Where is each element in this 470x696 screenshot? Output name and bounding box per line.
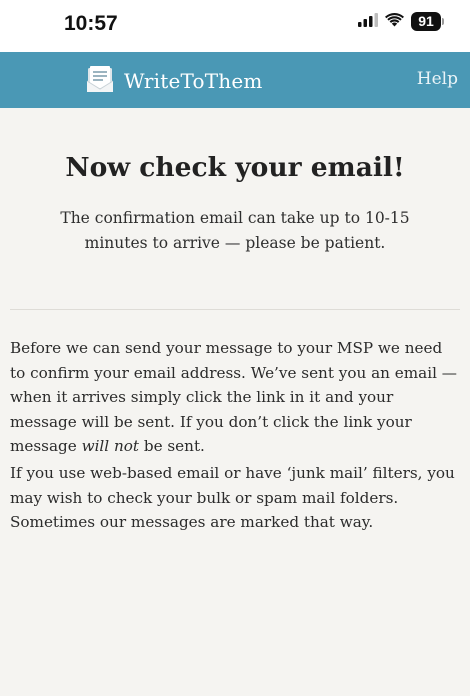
help-link[interactable]: Help xyxy=(417,69,458,89)
document-icon xyxy=(86,64,114,98)
brand-name: WriteToThem xyxy=(124,69,263,93)
battery-level: 91 xyxy=(411,12,441,31)
divider xyxy=(10,309,460,310)
site-header: WriteToThem Help xyxy=(0,52,470,108)
battery-tip xyxy=(442,18,444,25)
brand-home-link[interactable]: WriteToThem xyxy=(86,64,263,98)
confirmation-instructions: Before we can send your message to your … xyxy=(10,336,462,459)
instructions-text-end: be sent. xyxy=(139,437,205,455)
status-icons: 91 xyxy=(358,12,444,31)
instructions-text: Before we can send your message to your … xyxy=(10,339,457,455)
battery-icon: 91 xyxy=(411,12,444,31)
spam-folder-note: If you use web-based email or have ‘junk… xyxy=(10,464,455,531)
wifi-icon xyxy=(385,12,404,31)
status-time: 10:57 xyxy=(64,12,118,35)
page-title: Now check your email! xyxy=(65,152,405,183)
cellular-signal-icon xyxy=(358,12,378,31)
status-bar: 10:57 91 xyxy=(0,0,470,52)
instructions-emphasis: will not xyxy=(81,437,140,455)
page-subtitle: The confirmation email can take up to 10… xyxy=(60,209,410,252)
